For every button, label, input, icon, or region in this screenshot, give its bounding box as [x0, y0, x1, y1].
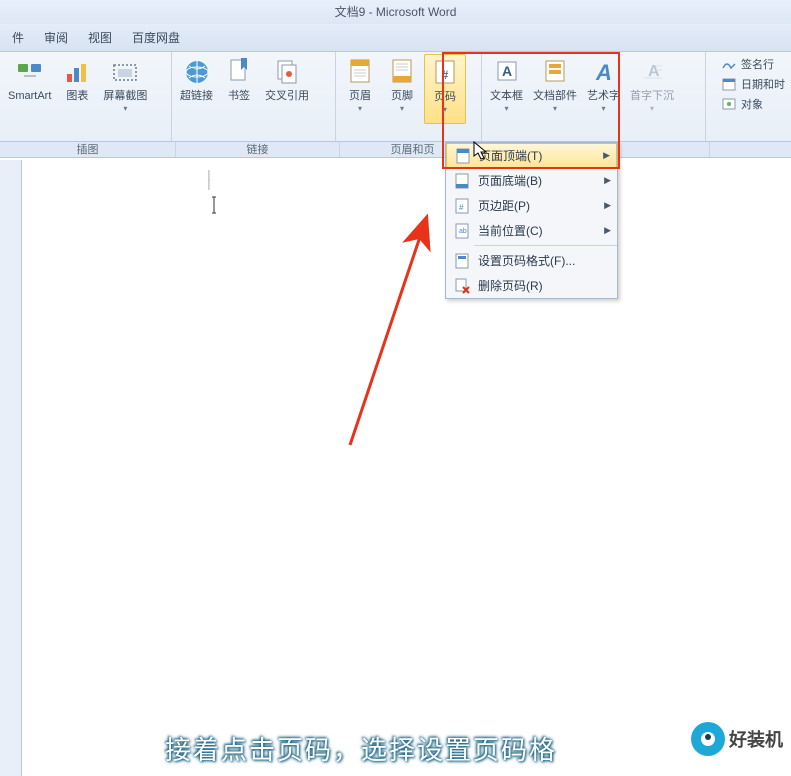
- watermark-logo-icon: [691, 722, 725, 756]
- margin-marker: [208, 170, 210, 190]
- parts-icon: [539, 56, 571, 88]
- dropcap-button[interactable]: A 首字下沉 ▾: [626, 54, 678, 124]
- svg-text:A: A: [501, 63, 511, 79]
- dropdown-arrow-icon: ▾: [400, 104, 404, 113]
- dropdown-arrow-icon: ▾: [650, 104, 654, 113]
- remove-icon: [452, 277, 472, 295]
- signature-icon: [721, 56, 737, 72]
- crossref-button[interactable]: 交叉引用: [261, 54, 313, 124]
- menu-page-bottom[interactable]: 页面底端(B) ▶: [446, 168, 617, 193]
- ribbon-group-insert: SmartArt 图表 屏幕截图 ▾: [0, 52, 172, 141]
- screenshot-icon: [109, 56, 141, 88]
- menu-review[interactable]: 审阅: [34, 25, 78, 50]
- screenshot-button[interactable]: 屏幕截图 ▾: [99, 54, 151, 124]
- bookmark-icon: [223, 56, 255, 88]
- signature-button[interactable]: 签名行: [721, 54, 791, 74]
- svg-text:ab: ab: [459, 228, 467, 235]
- document-area: [0, 160, 791, 776]
- globe-icon: [181, 56, 213, 88]
- wordart-button[interactable]: A 艺术字 ▾: [583, 54, 624, 124]
- ribbon-group-text: A 文本框 ▾ 文档部件 ▾ A 艺术字 ▾ A: [482, 52, 706, 141]
- header-icon: [344, 56, 376, 88]
- submenu-arrow-icon: ▶: [604, 175, 611, 186]
- submenu-arrow-icon: ▶: [604, 225, 611, 236]
- dropdown-arrow-icon: ▾: [358, 104, 362, 113]
- smartart-icon: [14, 56, 46, 88]
- watermark: 好装机: [691, 722, 783, 756]
- menu-file[interactable]: 件: [2, 25, 34, 50]
- svg-text:A: A: [595, 60, 612, 85]
- submenu-arrow-icon: ▶: [603, 150, 610, 161]
- object-icon: [721, 96, 737, 112]
- group-label-links: 链接: [176, 142, 340, 157]
- window-title: 文档9 - Microsoft Word: [0, 0, 791, 24]
- dropcap-icon: A: [636, 56, 668, 88]
- dropdown-arrow-icon: ▾: [123, 104, 127, 113]
- footer-button[interactable]: 页脚 ▾: [382, 54, 422, 124]
- menu-remove-pagenum[interactable]: 删除页码(R): [446, 273, 617, 298]
- format-icon: [452, 252, 472, 270]
- watermark-text: 好装机: [729, 726, 783, 752]
- ribbon-group-links: 超链接 书签 交叉引用: [172, 52, 336, 141]
- submenu-arrow-icon: ▶: [604, 200, 611, 211]
- menu-current-position[interactable]: ab 当前位置(C) ▶: [446, 218, 617, 243]
- ribbon-group-labels: 插图 链接 页眉和页 文本: [0, 142, 791, 158]
- page-bottom-icon: [452, 172, 472, 190]
- ribbon-right-panel: 签名行 日期和时 对象: [721, 54, 791, 114]
- menu-page-margins[interactable]: # 页边距(P) ▶: [446, 193, 617, 218]
- menu-separator: [474, 245, 617, 246]
- datetime-button[interactable]: 日期和时: [721, 74, 791, 94]
- pagenum-icon: #: [429, 57, 461, 89]
- parts-button[interactable]: 文档部件 ▾: [529, 54, 581, 124]
- menu-bar: 件 审阅 视图 百度网盘: [0, 24, 791, 52]
- svg-text:#: #: [442, 68, 449, 82]
- text-cursor: [212, 195, 222, 219]
- menu-baidu[interactable]: 百度网盘: [122, 25, 190, 50]
- menu-view[interactable]: 视图: [78, 25, 122, 50]
- smartart-button[interactable]: SmartArt: [4, 54, 55, 124]
- menu-page-top[interactable]: 页面顶端(T) ▶: [446, 143, 617, 168]
- object-button[interactable]: 对象: [721, 94, 791, 114]
- textbox-icon: A: [491, 56, 523, 88]
- dropdown-arrow-icon: ▾: [553, 104, 557, 113]
- textbox-button[interactable]: A 文本框 ▾: [486, 54, 527, 124]
- tutorial-caption: 接着点击页码，选择设置页码格: [165, 730, 557, 767]
- group-label-insert: 插图: [0, 142, 176, 157]
- current-position-icon: ab: [452, 222, 472, 240]
- pagenum-button[interactable]: # 页码 ▾: [424, 54, 466, 124]
- svg-text:#: #: [459, 203, 464, 212]
- wordart-icon: A: [588, 56, 620, 88]
- calendar-icon: [721, 76, 737, 92]
- dropdown-arrow-icon: ▾: [443, 105, 447, 114]
- ribbon-group-headerfooter: 页眉 ▾ 页脚 ▾ # 页码 ▾: [336, 52, 482, 141]
- crossref-icon: [271, 56, 303, 88]
- page-top-icon: [453, 147, 473, 165]
- chart-button[interactable]: 图表: [57, 54, 97, 124]
- dropdown-arrow-icon: ▾: [601, 104, 605, 113]
- dropdown-arrow-icon: ▾: [504, 104, 508, 113]
- pagenum-dropdown-menu: 页面顶端(T) ▶ 页面底端(B) ▶ # 页边距(P) ▶ ab 当前位置(C…: [445, 142, 618, 299]
- ribbon: SmartArt 图表 屏幕截图 ▾: [0, 52, 791, 142]
- footer-icon: [386, 56, 418, 88]
- page-margins-icon: #: [452, 197, 472, 215]
- header-button[interactable]: 页眉 ▾: [340, 54, 380, 124]
- menu-format-pagenum[interactable]: 设置页码格式(F)...: [446, 248, 617, 273]
- hyperlink-button[interactable]: 超链接: [176, 54, 217, 124]
- vertical-ruler[interactable]: [0, 160, 22, 776]
- bookmark-button[interactable]: 书签: [219, 54, 259, 124]
- document-page[interactable]: [22, 160, 791, 776]
- chart-icon: [61, 56, 93, 88]
